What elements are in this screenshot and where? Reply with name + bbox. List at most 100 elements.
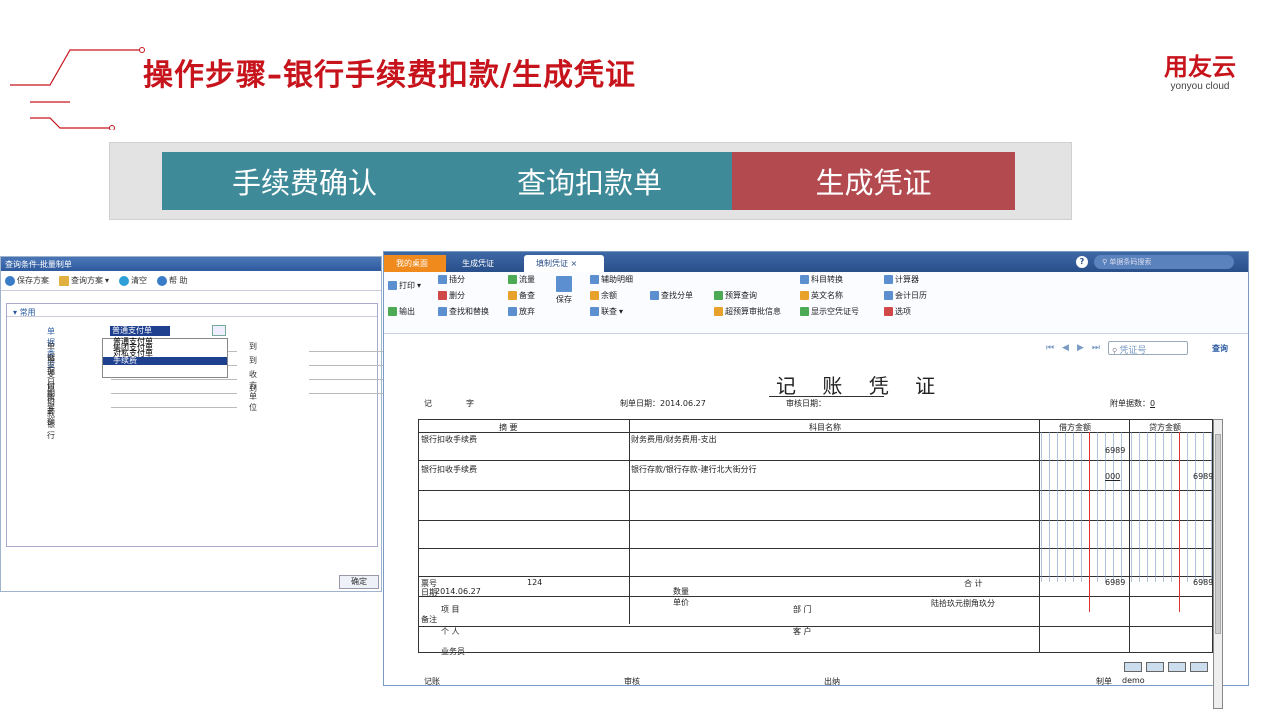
total-debit: 6989 [1105,578,1126,587]
total-credit: 6989 [1193,578,1214,587]
first-icon[interactable]: ⏮ [1046,343,1054,353]
flow-icon [508,275,517,284]
blank-icon [800,307,809,316]
abandon-icon [508,307,517,316]
clear-icon [119,275,130,286]
qty-label: 数量 [673,587,689,596]
scroll-thumb[interactable] [1215,434,1221,634]
query-scheme-button[interactable]: 查询方案 ▾ [59,275,109,286]
vertical-scrollbar[interactable] [1213,419,1223,709]
logo-cn: 用友云 [1164,53,1236,81]
doc-type-dropdown-button[interactable] [212,325,226,336]
date-small-value[interactable]: 2014.06.27 [435,587,481,596]
payee-input[interactable] [309,369,385,380]
image-icon[interactable] [1146,662,1164,672]
balance-button[interactable]: 余额 [590,290,617,301]
row2-summary[interactable]: 银行扣收手续费 [421,464,477,475]
col-credit: 贷方金额 [1149,423,1181,432]
help-button[interactable]: 帮 助 [157,275,188,286]
doc-type-select[interactable]: 普通支付单 [110,326,170,336]
decorative-lines [10,47,145,130]
save-icon [556,276,572,292]
amount-to-input[interactable] [309,383,385,394]
abandon-button[interactable]: 放弃 [508,306,535,317]
save-scheme-button[interactable]: 保存方案 [5,275,49,286]
ticket-no[interactable]: 124 [527,578,542,587]
link-query-button[interactable]: 联查 ▾ [590,306,623,317]
total-label: 合 计 [964,579,983,588]
price-label: 单价 [673,598,689,607]
budget-icon [714,291,723,300]
bank-input[interactable] [111,397,237,408]
query-button[interactable]: 查询 [1212,343,1228,354]
voucher-type: 记 [424,399,432,408]
attachment-icon[interactable] [1124,662,1142,672]
attach-count: 附单据数：0 [1110,399,1156,408]
voucher-table: 摘 要 科目名称 借方金额 贷方金额 银行扣收手续费 财务费用/财务费用-支出 … [418,419,1214,656]
query-dialog: 查询条件-批量制单 保存方案 查询方案 ▾ 清空 帮 助 ▾ 常用 单据类型 单… [0,256,385,592]
find-replace-button[interactable]: 查找和替换 [438,306,489,317]
note-icon[interactable] [1168,662,1186,672]
flow-button[interactable]: 流量 [508,274,535,285]
last-icon[interactable]: ⏭ [1092,343,1100,353]
row2-subject[interactable]: 银行存款/银行存款-建行北大街分行 [631,464,757,475]
notes-label: 备注 [421,615,437,624]
amount-input[interactable] [111,383,237,394]
help-icon[interactable]: ? [1076,256,1088,268]
close-icon[interactable]: × [571,259,578,268]
next-icon[interactable]: ▶ [1077,343,1084,353]
backup-button[interactable]: 备查 [508,290,535,301]
doc-date-to: 到 [249,356,257,365]
help-icon [157,275,168,286]
find-split-button[interactable]: 查找分单 [650,290,693,301]
audit-date: 审核日期： [786,399,826,408]
col-subject: 科目名称 [809,423,841,432]
voucher-no-input[interactable]: ⚲ 凭证号 [1108,341,1188,356]
folder-icon [59,275,69,286]
calculator-icon [884,275,893,284]
barcode-search-input[interactable]: ⚲ 单据条码搜索 [1094,255,1234,269]
row1-debit[interactable]: 6989 [1105,446,1125,455]
voucher-word: 字 [466,399,474,408]
calendar-button[interactable]: 会计日历 [884,290,927,301]
calculator-button[interactable]: 计算器 [884,274,919,285]
row2-debit[interactable]: 000 [1105,472,1120,481]
save-icon [5,275,15,286]
person-label: 个 人 [441,627,460,636]
aux-detail-button[interactable]: 辅助明细 [590,274,633,285]
budget-query-button[interactable]: 预算查询 [714,290,757,301]
row2-credit[interactable]: 6989 [1193,472,1213,481]
find-icon [438,307,447,316]
export-icon [388,307,397,316]
doc-date-to-input[interactable] [309,355,385,366]
options-button[interactable]: 选项 [884,306,911,317]
insert-button[interactable]: 插分 [438,274,465,285]
delete-button[interactable]: 删分 [438,290,465,301]
show-blank-button[interactable]: 显示空凭证号 [800,306,859,317]
export-button[interactable]: 输出 [388,306,415,317]
tab-desktop[interactable]: 我的桌面 [384,255,446,272]
section-common[interactable]: ▾ 常用 [7,304,377,317]
doc-no-to-input[interactable] [309,341,385,352]
bookkeeper-label: 记账 [424,677,440,686]
link-icon [590,307,599,316]
print-icon [388,281,397,290]
subject-convert-button[interactable]: 科目转换 [800,274,843,285]
save-button[interactable]: 保存 [556,276,572,305]
doc-type-dropdown: 普通支付单 集团支付单 对私支付单 手续费 [102,338,228,378]
dropdown-option-fee[interactable]: 手续费 [103,357,227,365]
row1-summary[interactable]: 银行扣收手续费 [421,434,477,445]
ok-button[interactable]: 确定 [339,575,379,589]
prev-icon[interactable]: ◀ [1062,343,1069,353]
print-button[interactable]: 打印 ▾ [388,280,421,291]
tab-fill-voucher[interactable]: 填制凭证 × [524,255,604,272]
flag-icon[interactable] [1190,662,1208,672]
english-name-button[interactable]: 英文名称 [800,290,843,301]
step-generate-voucher: 生成凭证 [732,152,1015,210]
tab-generate-voucher[interactable]: 生成凭证 [450,255,520,272]
voucher-date: 制单日期：2014.06.27 [620,399,706,408]
over-budget-button[interactable]: 超预算审批信息 [714,306,781,317]
row1-subject[interactable]: 财务费用/财务费用-支出 [631,434,717,445]
page-title: 操作步骤–银行手续费扣款/生成凭证 [143,58,636,93]
clear-button[interactable]: 清空 [119,275,147,286]
